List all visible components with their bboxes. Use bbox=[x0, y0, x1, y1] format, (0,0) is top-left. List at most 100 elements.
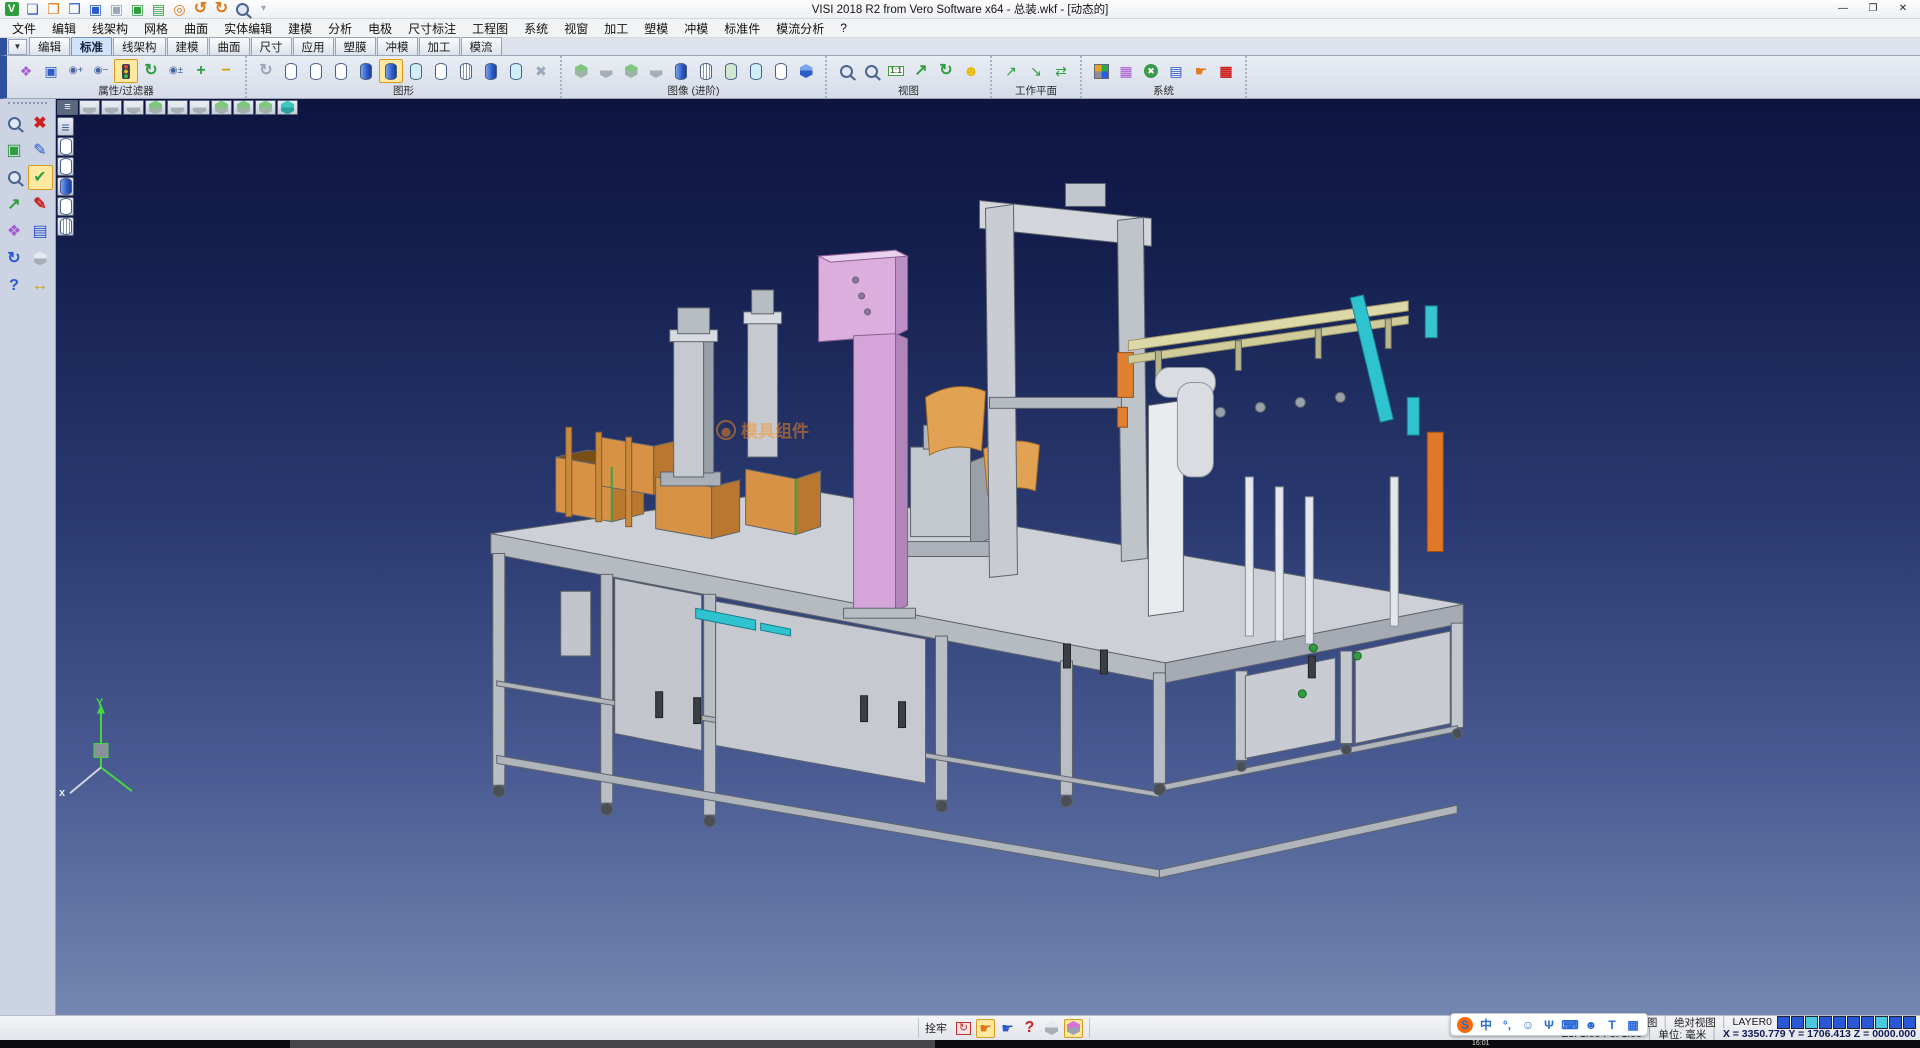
menu-flow-analysis[interactable]: 模流分析 bbox=[768, 20, 832, 37]
advanced-cylinder-cyan-icon[interactable] bbox=[744, 59, 768, 83]
advanced-cylinder-striped-icon[interactable] bbox=[694, 59, 718, 83]
refresh-view-icon[interactable]: ↻ bbox=[934, 59, 958, 83]
view-orientation-icon[interactable]: ☻ bbox=[959, 59, 983, 83]
tab-machining[interactable]: 加工 bbox=[419, 37, 460, 55]
color-palette-grid-icon[interactable] bbox=[1089, 59, 1113, 83]
quick-search-icon[interactable] bbox=[233, 1, 252, 17]
maximize-button[interactable]: ❐ bbox=[1858, 1, 1888, 17]
confirm-checkbox-icon[interactable]: ✔ bbox=[28, 165, 53, 190]
layer-palette-icon[interactable]: ❖ bbox=[2, 219, 27, 244]
advanced-toggle-cube-icon[interactable] bbox=[644, 59, 668, 83]
menu-system[interactable]: 系统 bbox=[516, 20, 556, 37]
advanced-cylinder-check-icon[interactable] bbox=[719, 59, 743, 83]
dynamic-view-icon[interactable] bbox=[277, 100, 298, 115]
tab-surface[interactable]: 曲面 bbox=[209, 37, 250, 55]
ime-punct-icon[interactable]: °, bbox=[1497, 1016, 1517, 1034]
tab-mold[interactable]: 塑膜 bbox=[335, 37, 376, 55]
toggle-visibility-icon[interactable]: ◉± bbox=[164, 59, 188, 83]
workplane-move-icon[interactable]: ↘ bbox=[1024, 59, 1048, 83]
save-icon[interactable]: ▣ bbox=[86, 1, 105, 17]
menu-window[interactable]: 视窗 bbox=[556, 20, 596, 37]
workplane-align-icon[interactable]: ⇄ bbox=[1049, 59, 1073, 83]
status-render-cube-icon[interactable] bbox=[1064, 1019, 1083, 1038]
ime-lang-icon[interactable]: 中 bbox=[1476, 1016, 1496, 1034]
app-logo-icon[interactable]: V bbox=[2, 1, 21, 17]
save-all-icon[interactable]: ▣ bbox=[128, 1, 147, 17]
menu-electrode[interactable]: 电极 bbox=[360, 20, 400, 37]
ime-mic-icon[interactable]: Ψ bbox=[1539, 1016, 1559, 1034]
tab-standard[interactable]: 标准 bbox=[71, 37, 112, 55]
window-settings-icon[interactable]: ▤ bbox=[1164, 59, 1188, 83]
system-tools-icon[interactable]: ✖ bbox=[1139, 59, 1163, 83]
iso-ne-view-icon[interactable] bbox=[211, 100, 232, 115]
quickbar-dropdown-icon[interactable]: ▾ bbox=[254, 1, 273, 17]
zoom-dynamic-icon[interactable] bbox=[2, 111, 27, 136]
compare-cylinder-icon[interactable] bbox=[479, 59, 503, 83]
ime-sogou-icon[interactable]: S bbox=[1455, 1016, 1475, 1034]
view-list-icon[interactable]: ≡ bbox=[57, 100, 78, 115]
import-file-icon[interactable]: ❒ bbox=[65, 1, 84, 17]
shaded-edges-cylinder-icon[interactable] bbox=[379, 59, 403, 83]
wireframe-cylinder-icon[interactable] bbox=[279, 59, 303, 83]
hide-all-icon[interactable]: − bbox=[214, 59, 238, 83]
redo-icon[interactable]: ↻ bbox=[212, 1, 231, 17]
advanced-shaded-cube-icon[interactable] bbox=[794, 59, 818, 83]
status-refresh-icon[interactable]: ↻ bbox=[954, 1019, 973, 1038]
zoom-in-out-icon[interactable] bbox=[834, 59, 858, 83]
strip-shaded-cylinder-icon[interactable] bbox=[57, 177, 74, 196]
menu-drawing[interactable]: 工程图 bbox=[464, 20, 516, 37]
menu-modeling[interactable]: 建模 bbox=[280, 20, 320, 37]
menu-help[interactable]: ? bbox=[832, 21, 855, 35]
left-view-icon[interactable] bbox=[167, 100, 188, 115]
grid-sheet-icon[interactable]: ▦ bbox=[1214, 59, 1238, 83]
status-help-icon[interactable]: ? bbox=[1020, 1019, 1039, 1038]
iso-view-icon[interactable] bbox=[79, 100, 100, 115]
undo-icon[interactable]: ↺ bbox=[191, 1, 210, 17]
menu-dimension[interactable]: 尺寸标注 bbox=[400, 20, 464, 37]
curve-pencil-icon[interactable]: ✎ bbox=[28, 192, 53, 217]
strip-hatched-cylinder-icon[interactable] bbox=[57, 217, 74, 236]
strip-hidden-cylinder-icon[interactable] bbox=[57, 157, 74, 176]
transparent-cylinder-icon[interactable] bbox=[404, 59, 428, 83]
solid-cube-icon[interactable] bbox=[28, 246, 53, 271]
erase-sketch-icon[interactable]: ✖ bbox=[28, 111, 53, 136]
hide-entities-icon[interactable]: ◉− bbox=[89, 59, 113, 83]
regen-graphics-icon[interactable]: ↻ bbox=[254, 59, 278, 83]
iso-nw-view-icon[interactable] bbox=[255, 100, 276, 115]
right-view-icon[interactable] bbox=[189, 100, 210, 115]
back-view-icon[interactable] bbox=[233, 100, 254, 115]
new-file-icon[interactable]: ❏ bbox=[23, 1, 42, 17]
show-entities-icon[interactable]: ◉+ bbox=[64, 59, 88, 83]
status-drop-icon[interactable]: ☛ bbox=[998, 1019, 1017, 1038]
selection-hand-icon[interactable]: ☛ bbox=[1189, 59, 1213, 83]
attribute-table-icon[interactable]: ▦ bbox=[1114, 59, 1138, 83]
menu-machining[interactable]: 加工 bbox=[596, 20, 636, 37]
menu-mesh[interactable]: 网格 bbox=[136, 20, 176, 37]
menu-file[interactable]: 文件 bbox=[4, 20, 44, 37]
status-picker-icon[interactable]: ☛ bbox=[976, 1019, 995, 1038]
tab-die[interactable]: 冲模 bbox=[377, 37, 418, 55]
menu-surface[interactable]: 曲面 bbox=[176, 20, 216, 37]
sketch-pencil-icon[interactable]: ✎ bbox=[28, 138, 53, 163]
ime-emoji-icon[interactable]: ☺ bbox=[1518, 1016, 1538, 1034]
graphics-settings-icon[interactable]: ✖ bbox=[529, 59, 553, 83]
open-file-icon[interactable]: ❐ bbox=[44, 1, 63, 17]
print-icon[interactable]: ▤ bbox=[149, 1, 168, 17]
ime-skin-icon[interactable]: T bbox=[1602, 1016, 1622, 1034]
hidden-line-cylinder-icon[interactable] bbox=[304, 59, 328, 83]
taskbar-app-segment[interactable] bbox=[290, 1040, 935, 1048]
zoom-window-icon[interactable] bbox=[859, 59, 883, 83]
tab-wireframe[interactable]: 线架构 bbox=[113, 37, 166, 55]
layer-label[interactable]: LAYER0 bbox=[1733, 1016, 1773, 1028]
help-icon[interactable]: ? bbox=[2, 273, 27, 298]
advanced-cylinder-outline-icon[interactable] bbox=[769, 59, 793, 83]
zoom-extents-icon[interactable]: ↗ bbox=[909, 59, 933, 83]
tab-flow[interactable]: 模流 bbox=[461, 37, 502, 55]
tab-dimension[interactable]: 尺寸 bbox=[251, 37, 292, 55]
ucs-axes-icon[interactable]: ↗ bbox=[2, 192, 27, 217]
zoom-scale-icon[interactable] bbox=[2, 165, 27, 190]
menu-standard-parts[interactable]: 标准件 bbox=[716, 20, 768, 37]
advanced-refresh-cube-icon[interactable] bbox=[619, 59, 643, 83]
iso-se-view-icon[interactable] bbox=[145, 100, 166, 115]
advanced-filter-cube-icon[interactable] bbox=[594, 59, 618, 83]
